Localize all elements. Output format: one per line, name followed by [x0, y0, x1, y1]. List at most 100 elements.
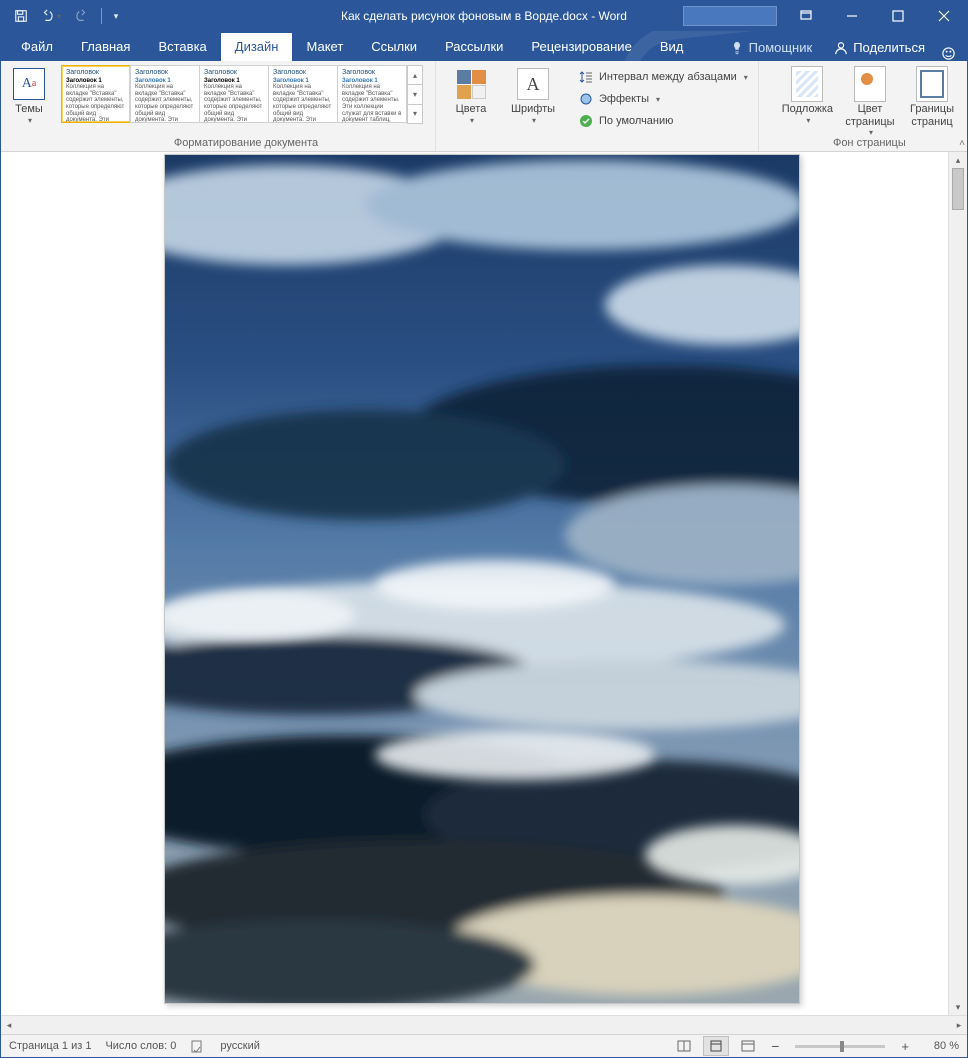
lightbulb-icon	[730, 41, 744, 55]
gallery-more-button[interactable]: ▾	[407, 104, 423, 124]
colors-button[interactable]: Цвета▾	[440, 63, 502, 125]
horizontal-scrollbar[interactable]: ◂ ▸	[1, 1015, 967, 1034]
group-colors-fonts: Цвета▾ A Шрифты▾	[436, 61, 568, 151]
themes-icon: Aa	[13, 68, 45, 100]
fonts-icon: A	[517, 68, 549, 100]
tell-me-label: Помощник	[749, 40, 813, 55]
account-box[interactable]	[683, 6, 777, 26]
style-set-item[interactable]: ЗаголовокЗаголовок 1Коллекция на вкладке…	[199, 65, 269, 123]
scroll-left-button[interactable]: ◂	[1, 1020, 17, 1031]
read-mode-button[interactable]	[671, 1036, 697, 1056]
ribbon-options-button[interactable]	[783, 1, 829, 31]
feedback-button[interactable]	[935, 46, 961, 61]
tab-references[interactable]: Ссылки	[357, 33, 431, 61]
vertical-scrollbar[interactable]: ▴ ▾	[948, 152, 967, 1015]
group-page-background-label: Фон страницы	[833, 137, 906, 151]
scroll-up-button[interactable]: ▴	[949, 152, 967, 168]
share-button[interactable]: Поделиться	[824, 34, 935, 61]
group-themes: Aa Темы ▾	[1, 61, 57, 151]
zoom-slider[interactable]	[795, 1045, 885, 1048]
watermark-icon	[791, 66, 823, 102]
close-button[interactable]	[921, 1, 967, 31]
effects-icon	[578, 91, 594, 107]
spellcheck-icon[interactable]	[190, 1038, 206, 1054]
paragraph-spacing-button[interactable]: Интервал между абзацами▾	[578, 67, 748, 87]
tab-file[interactable]: Файл	[7, 33, 67, 61]
document-area: ▴ ▾	[1, 152, 967, 1015]
style-set-item[interactable]: ЗаголовокЗаголовок 1Коллекция на вкладке…	[130, 65, 200, 123]
page-1	[164, 154, 800, 1004]
title-bar: ▾ ▾ Как сделать рисунок фоновым в Ворде.…	[1, 1, 967, 31]
word-count[interactable]: Число слов: 0	[105, 1040, 176, 1052]
share-label: Поделиться	[853, 40, 925, 55]
gallery-up-button[interactable]: ▴	[407, 65, 423, 85]
tab-home[interactable]: Главная	[67, 33, 144, 61]
effects-button[interactable]: Эффекты▾	[578, 89, 748, 109]
ribbon-tabs: Файл Главная Вставка Дизайн Макет Ссылки…	[1, 31, 967, 61]
zoom-in-button[interactable]: +	[897, 1039, 913, 1054]
fonts-label: Шрифты	[511, 103, 555, 116]
app-window: ▾ ▾ Как сделать рисунок фоновым в Ворде.…	[0, 0, 968, 1058]
tell-me[interactable]: Помощник	[718, 34, 825, 61]
print-layout-button[interactable]	[703, 1036, 729, 1056]
watermark-button[interactable]: Подложка▾	[776, 63, 839, 125]
group-page-background: Подложка▾ Цвет страницы▾ Границы страниц…	[772, 61, 967, 151]
tab-review[interactable]: Рецензирование	[517, 33, 645, 61]
undo-button[interactable]: ▾	[37, 4, 65, 28]
tab-mailings[interactable]: Рассылки	[431, 33, 517, 61]
status-bar: Страница 1 из 1 Число слов: 0 русский − …	[1, 1034, 967, 1057]
tab-view[interactable]: Вид	[646, 33, 698, 61]
redo-button[interactable]	[67, 4, 95, 28]
page-borders-icon	[916, 66, 948, 102]
themes-label: Темы	[15, 103, 43, 116]
colors-icon	[457, 70, 486, 99]
scroll-down-button[interactable]: ▾	[949, 999, 967, 1015]
person-icon	[834, 41, 848, 55]
save-button[interactable]	[7, 4, 35, 28]
set-default-button[interactable]: По умолчанию	[578, 111, 748, 131]
paragraph-spacing-icon	[578, 69, 594, 85]
qat-customize-button[interactable]: ▾	[108, 4, 124, 28]
colors-label: Цвета	[456, 103, 487, 116]
scroll-thumb[interactable]	[952, 168, 964, 210]
set-default-label: По умолчанию	[599, 115, 673, 127]
themes-button[interactable]: Aa Темы ▾	[0, 63, 60, 125]
tab-layout[interactable]: Макет	[292, 33, 357, 61]
background-image	[165, 155, 799, 1003]
qat-separator	[101, 8, 102, 24]
check-icon	[578, 113, 594, 129]
language-indicator[interactable]: русский	[220, 1040, 259, 1052]
style-set-item[interactable]: ЗаголовокЗаголовок 1Коллекция на вкладке…	[337, 65, 407, 123]
zoom-out-button[interactable]: −	[767, 1038, 783, 1054]
page-borders-button[interactable]: Границы страниц	[901, 63, 963, 128]
smile-icon	[941, 46, 956, 61]
fonts-button[interactable]: A Шрифты▾	[502, 63, 564, 125]
page-color-label: Цвет страницы	[845, 103, 894, 128]
style-set-item[interactable]: ЗаголовокЗаголовок 1Коллекция на вкладке…	[61, 65, 131, 123]
style-set-gallery[interactable]: ЗаголовокЗаголовок 1Коллекция на вкладке…	[61, 63, 431, 123]
effects-label: Эффекты	[599, 93, 649, 105]
web-layout-button[interactable]	[735, 1036, 761, 1056]
style-set-item[interactable]: ЗаголовокЗаголовок 1Коллекция на вкладке…	[268, 65, 338, 123]
maximize-button[interactable]	[875, 1, 921, 31]
page-color-button[interactable]: Цвет страницы▾	[839, 63, 901, 137]
minimize-button[interactable]	[829, 1, 875, 31]
tab-design[interactable]: Дизайн	[221, 33, 293, 61]
collapse-ribbon-button[interactable]: ˄	[959, 138, 965, 149]
paragraph-spacing-label: Интервал между абзацами	[599, 71, 737, 83]
page-color-icon	[854, 66, 886, 102]
scroll-right-button[interactable]: ▸	[951, 1020, 967, 1031]
page-indicator[interactable]: Страница 1 из 1	[9, 1040, 91, 1052]
ribbon: Aa Темы ▾ ЗаголовокЗаголовок 1Коллекция …	[1, 61, 967, 152]
group-paragraph-effects: Интервал между абзацами▾ Эффекты▾ По умо…	[568, 61, 759, 151]
document-viewport[interactable]	[15, 152, 948, 1015]
gallery-nav: ▴ ▾ ▾	[407, 65, 423, 123]
tab-insert[interactable]: Вставка	[144, 33, 220, 61]
gallery-down-button[interactable]: ▾	[407, 84, 423, 104]
zoom-level[interactable]: 80 %	[919, 1040, 959, 1052]
page-borders-label: Границы страниц	[910, 103, 954, 128]
title-controls	[683, 1, 967, 31]
watermark-label: Подложка	[782, 103, 833, 116]
group-doc-formatting: ЗаголовокЗаголовок 1Коллекция на вкладке…	[57, 61, 436, 151]
quick-access-toolbar: ▾ ▾	[1, 4, 124, 28]
